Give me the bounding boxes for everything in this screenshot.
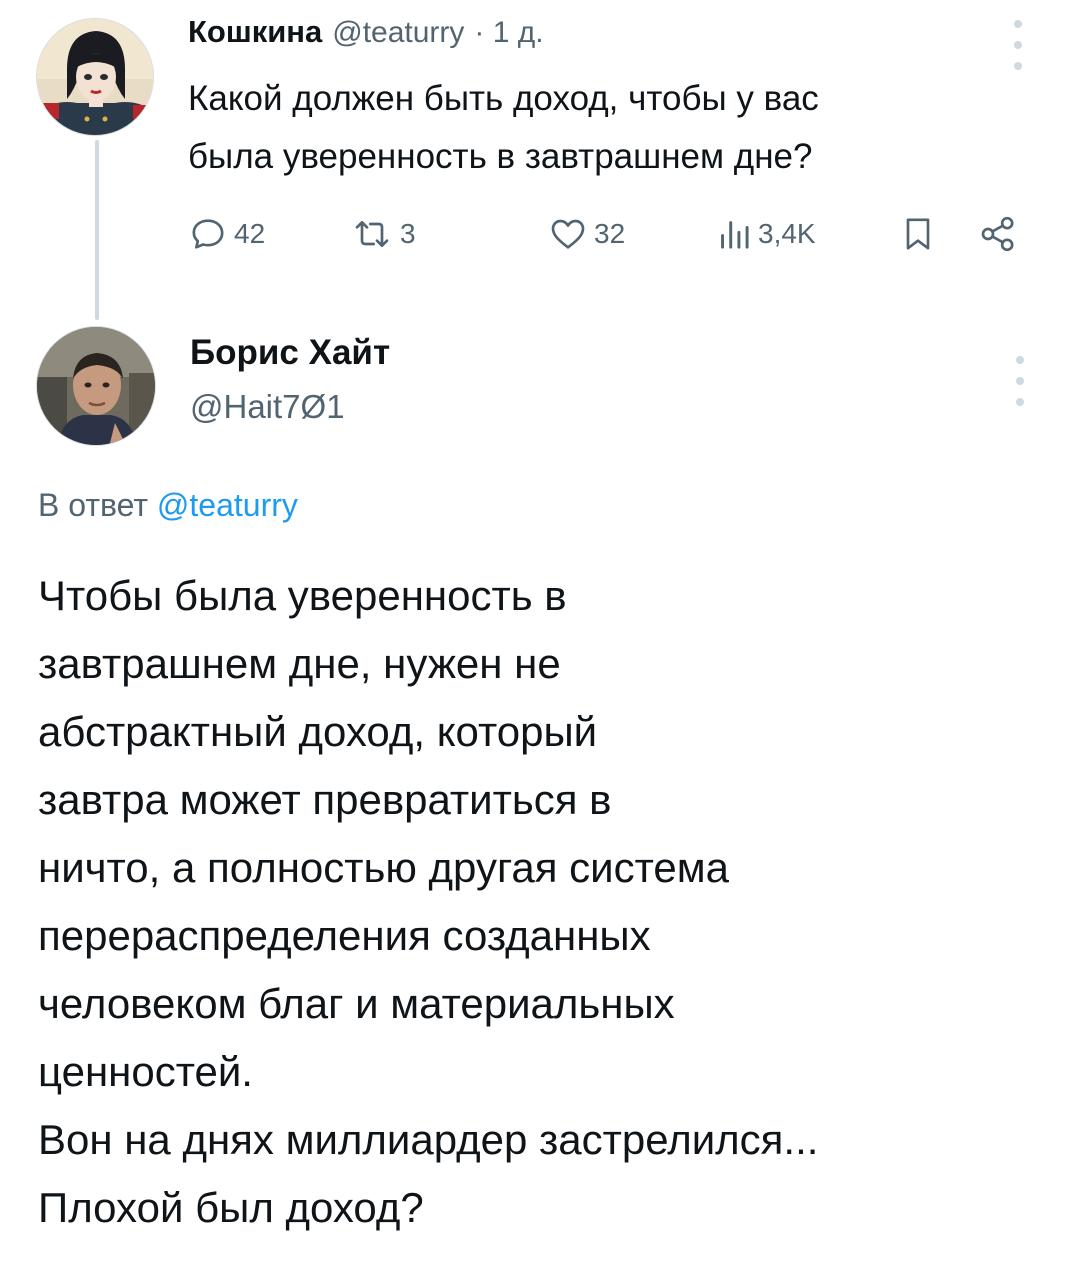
bar-chart-icon <box>721 221 749 249</box>
parent-header: Кошкина @teaturry · 1 д. <box>188 14 544 50</box>
reply-line: Вон на днях миллиардер застрелился... <box>38 1116 819 1163</box>
reply-context: В ответ @teaturry <box>38 487 298 524</box>
share-action[interactable] <box>978 214 1018 254</box>
parent-line: Какой должен быть доход, чтобы у вас <box>188 79 819 118</box>
reply-tweet-text: Чтобы была уверенность в завтрашнем дне,… <box>38 562 1048 1242</box>
share-icon <box>981 216 1014 252</box>
like-action[interactable]: 32 <box>548 214 625 254</box>
dot <box>1016 377 1024 385</box>
parent-author-name[interactable]: Кошкина <box>188 14 322 50</box>
dot <box>1014 62 1022 70</box>
bookmark-action[interactable] <box>898 214 938 254</box>
vertical-dots-icon <box>1016 356 1024 364</box>
avatar-illustration <box>37 19 153 135</box>
reply-more-button[interactable] <box>1008 356 1032 406</box>
reply-line: Чтобы была уверенность в <box>38 572 567 619</box>
parent-timestamp[interactable]: · 1 д. <box>474 16 543 50</box>
speech-bubble-icon <box>192 219 224 249</box>
parent-line: была уверенность в завтрашнем дне? <box>188 137 813 176</box>
dot <box>1014 41 1022 49</box>
reply-count: 42 <box>234 218 266 249</box>
reply-prefix: В ответ <box>38 487 149 523</box>
retweet-arrows-icon <box>355 221 389 247</box>
thread-line <box>95 140 99 320</box>
parent-author-handle[interactable]: @teaturry <box>332 16 464 50</box>
retweet-action[interactable]: 3 <box>350 214 416 254</box>
reply-line: ничто, а полностью другая система <box>38 844 729 891</box>
reply-line: завтрашнем дне, нужен не <box>38 640 561 687</box>
reply-line: ценностей. <box>38 1048 253 1095</box>
vertical-dots-icon <box>1014 20 1022 28</box>
retweet-count: 3 <box>400 218 416 249</box>
reply-mention-link[interactable]: @teaturry <box>157 487 298 523</box>
parent-more-button[interactable] <box>1006 20 1030 70</box>
like-count: 32 <box>594 218 626 249</box>
dot <box>1016 398 1024 406</box>
views-count: 3,4K <box>758 218 816 249</box>
avatar-photo <box>37 327 155 445</box>
reply-action[interactable]: 42 <box>188 214 265 254</box>
reply-line: перераспределения созданных <box>38 912 651 959</box>
heart-icon <box>551 219 585 249</box>
reply-line: Плохой был доход? <box>38 1184 424 1231</box>
reply-line: человеком благ и материальных <box>38 980 675 1027</box>
reply-avatar[interactable] <box>36 326 156 446</box>
reply-author-handle[interactable]: @Hait7Ø1 <box>190 388 345 426</box>
reply-line: завтра может превратиться в <box>38 776 612 823</box>
parent-tweet-text: Какой должен быть доход, чтобы у вас был… <box>188 70 1048 186</box>
reply-line: абстрактный доход, который <box>38 708 598 755</box>
reply-author-name[interactable]: Борис Хайт <box>190 333 390 373</box>
bookmark-icon <box>906 218 930 250</box>
views-action[interactable]: 3,4K <box>716 214 816 254</box>
parent-avatar[interactable] <box>36 18 154 136</box>
